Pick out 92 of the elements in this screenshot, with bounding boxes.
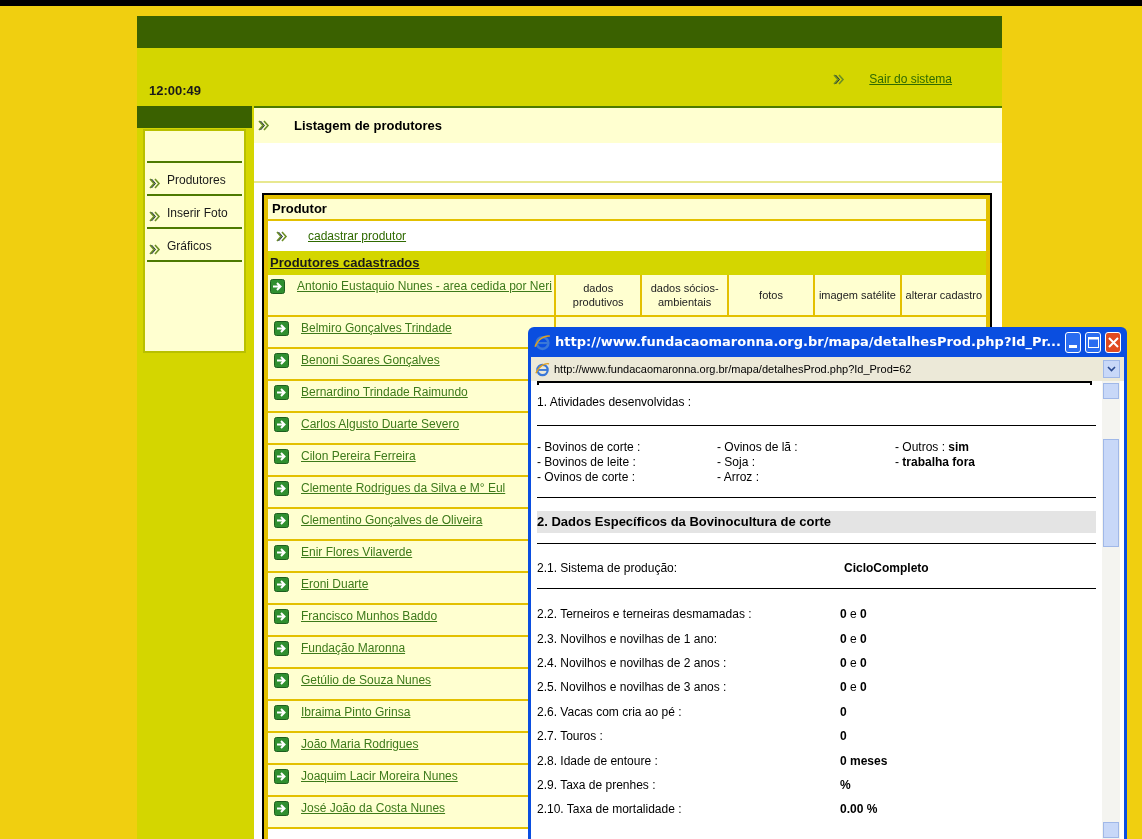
- producer-link[interactable]: Fundação Maronna: [301, 641, 406, 655]
- field-value: 0 e 0: [840, 679, 867, 697]
- maximize-button[interactable]: [1085, 331, 1101, 353]
- arrow-right-icon: [274, 321, 289, 336]
- producer-link[interactable]: Carlos Algusto Duarte Severo: [301, 417, 460, 431]
- field-value: 0: [840, 703, 847, 721]
- producer-link[interactable]: Francisco Munhos Baddo: [301, 609, 438, 623]
- arrow-right-icon: [274, 385, 289, 400]
- double-chevron-icon: [149, 244, 161, 255]
- producer-link[interactable]: Enir Flores Vilaverde: [301, 545, 413, 559]
- arrow-right-icon: [274, 545, 289, 560]
- field-value: 0 e 0: [840, 606, 867, 624]
- producer-link[interactable]: Eroni Duarte: [301, 577, 369, 591]
- address-text: http://www.fundacaomaronna.org.br/mapa/detalhesProd.php?Id_Prod=62: [554, 361, 913, 377]
- dropdown-button[interactable]: [1103, 360, 1120, 378]
- field-value: 0 e 0: [840, 654, 867, 672]
- field-label: 2.6. Vacas com cria ao pé :: [537, 703, 683, 721]
- activity-item: - Ovinos de lã :: [717, 440, 799, 455]
- minimize-button[interactable]: [1065, 331, 1081, 353]
- clock: 12:00:49: [149, 81, 202, 100]
- arrow-right-icon: [274, 609, 289, 624]
- producer-link[interactable]: Getúlio de Souza Nunes: [301, 673, 432, 687]
- action-link[interactable]: fotos: [759, 288, 783, 302]
- activity-item: - Soja :: [717, 455, 756, 470]
- sidebar-item[interactable]: Inserir Foto: [167, 204, 228, 222]
- arrow-right-icon: [274, 353, 289, 368]
- field-value: CicloCompleto: [844, 560, 929, 577]
- arrow-right-icon: [274, 673, 289, 688]
- producer-link[interactable]: Antonio Eustaquio Nunes - area cedida por Neri: [297, 279, 552, 293]
- arrow-right-icon: [274, 801, 289, 816]
- field-label: 2.8. Idade de entoure :: [537, 752, 659, 770]
- producer-link[interactable]: Ibraima Pinto Grinsa: [301, 705, 411, 719]
- arrow-right-icon: [274, 417, 289, 432]
- arrow-right-icon: [274, 449, 289, 464]
- section-heading: Produtor: [268, 199, 986, 221]
- double-chevron-icon: [276, 230, 288, 242]
- activity-item: - Arroz :: [717, 470, 760, 485]
- field-label: 2.3. Novilhos e novilhas de 1 ano:: [537, 630, 719, 648]
- activity-item: - Bovinos de leite :: [537, 455, 637, 470]
- arrow-right-icon: [270, 279, 285, 294]
- field-label: 2.4. Novilhos e novilhas de 2 anos :: [537, 654, 728, 672]
- arrow-right-icon: [274, 705, 289, 720]
- producer-link[interactable]: Clemente Rodrigues da Silva e M° Eul: [301, 481, 506, 495]
- section-heading: 2. Dados Específicos da Bovinocultura de corte: [537, 511, 1096, 533]
- field-value: %: [840, 776, 851, 794]
- caret-icon: [1107, 366, 1116, 372]
- browser-icon: [535, 361, 550, 377]
- logout-link[interactable]: Sair do sistema: [869, 70, 952, 88]
- close-button[interactable]: [1105, 331, 1121, 353]
- field-value: 0: [840, 728, 847, 746]
- section-label: 1. Atividades desenvolvidas :: [537, 394, 693, 411]
- double-chevron-icon: [258, 120, 270, 131]
- double-chevron-icon: [149, 211, 161, 222]
- producer-link[interactable]: Clementino Gonçalves de Oliveira: [301, 513, 483, 527]
- field-label: 2.2. Terneiros e terneiras desmamadas :: [537, 606, 753, 624]
- window-title: http://www.fundacaomaronna.org.br/mapa/detalhesProd.php?Id_Pr...: [555, 333, 1061, 352]
- field-label: 2.9. Taxa de prenhes :: [537, 776, 657, 794]
- double-chevron-icon: [833, 73, 846, 85]
- activity-item: - trabalha fora: [895, 455, 977, 470]
- producer-link[interactable]: José João da Costa Nunes: [301, 801, 446, 815]
- close-icon: [1107, 336, 1119, 348]
- field-value: 0 e 0: [840, 630, 867, 648]
- field-label: 2.10. Taxa de mortalidade :: [537, 801, 683, 819]
- field-label: 2.1. Sistema de produção:: [537, 560, 679, 577]
- field-label: 2.5. Novilhos e novilhas de 3 anos :: [537, 679, 728, 697]
- arrow-right-icon: [274, 737, 289, 752]
- field-value: 0 meses: [840, 752, 888, 770]
- arrow-right-icon: [274, 481, 289, 496]
- maximize-icon: [1087, 336, 1099, 348]
- arrow-right-icon: [274, 641, 289, 656]
- arrow-right-icon: [274, 577, 289, 592]
- sidebar-item[interactable]: Gráficos: [167, 237, 212, 255]
- producer-link[interactable]: Bernardino Trindade Raimundo: [301, 385, 468, 399]
- activity-item: - Bovinos de corte :: [537, 440, 642, 455]
- activity-item: - Ovinos de corte :: [537, 470, 637, 485]
- sidebar-item[interactable]: Produtores: [167, 171, 226, 189]
- minimize-icon: [1069, 344, 1077, 348]
- list-heading: Produtores cadastrados: [270, 254, 420, 273]
- browser-icon: [534, 333, 551, 351]
- producer-link[interactable]: Joaquim Lacir Moreira Nunes: [301, 769, 458, 783]
- field-label: 2.7. Touros :: [537, 728, 604, 746]
- producer-link[interactable]: João Maria Rodrigues: [301, 737, 419, 751]
- producer-link[interactable]: Belmiro Gonçalves Trindade: [301, 321, 452, 335]
- register-link[interactable]: cadastrar produtor: [308, 227, 407, 245]
- page-title: Listagem de produtores: [294, 116, 443, 135]
- field-value: 0.00 %: [840, 801, 878, 819]
- activity-item: - Outros : sim: [895, 440, 971, 455]
- double-chevron-icon: [149, 178, 161, 189]
- arrow-right-icon: [274, 769, 289, 784]
- producer-link[interactable]: Cilon Pereira Ferreira: [301, 449, 416, 463]
- producer-link[interactable]: Benoni Soares Gonçalves: [301, 353, 440, 367]
- arrow-right-icon: [274, 513, 289, 528]
